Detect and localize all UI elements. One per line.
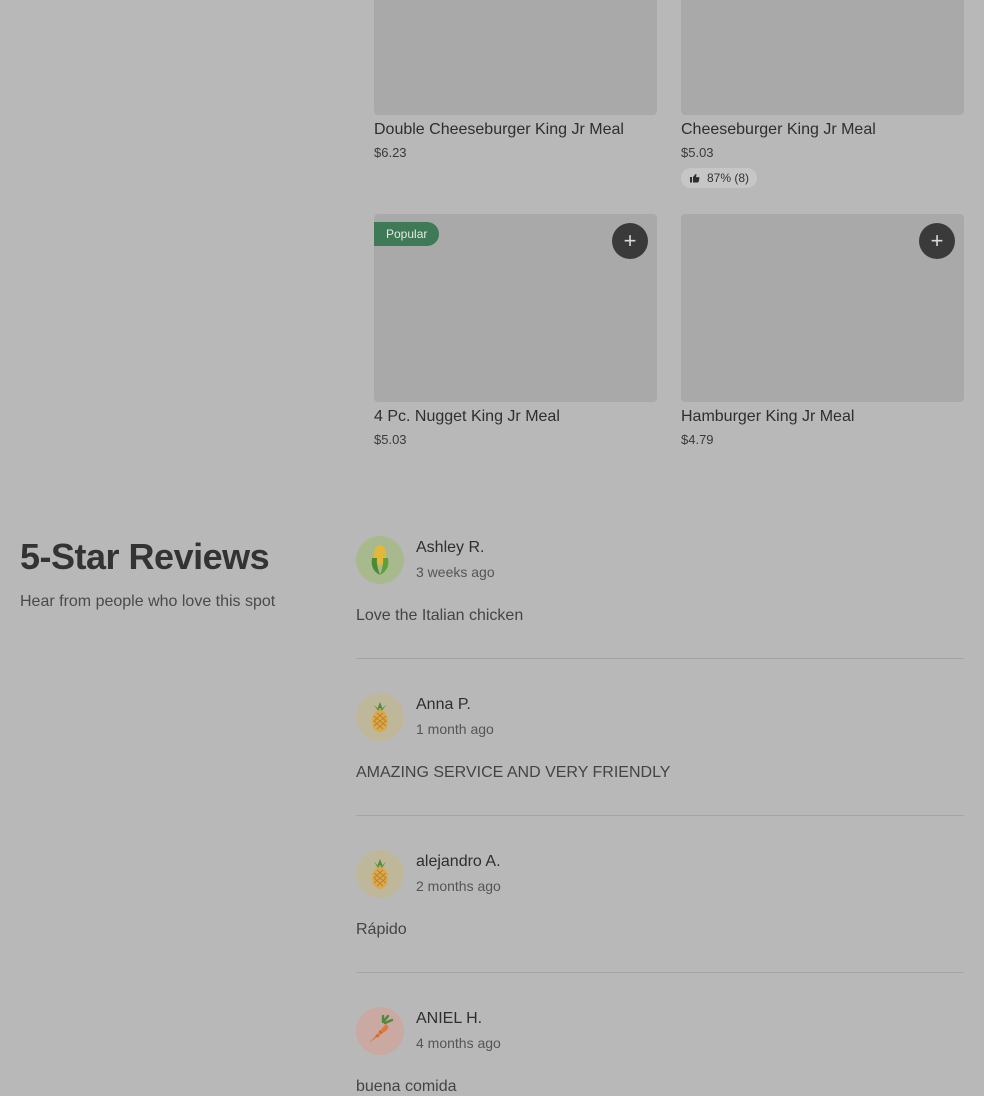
review-item: Ashley R. 3 weeks ago Love the Italian c… (356, 536, 964, 660)
reviewer-name: Anna P. (416, 696, 471, 713)
item-title: Hamburger King Jr Meal (681, 408, 855, 425)
avatar (356, 536, 404, 584)
carrot-icon (369, 1015, 394, 1043)
review-text: Love the Italian chicken (356, 607, 524, 624)
pineapple-icon (372, 702, 388, 732)
reviewer-name: Ashley R. (416, 539, 485, 556)
menu-card-double-cheeseburger[interactable]: Double Cheeseburger King Jr Meal $6.23 (374, 0, 657, 160)
reviews-heading: 5-Star Reviews (20, 536, 270, 577)
review-date: 1 month ago (416, 721, 494, 737)
avatar (356, 850, 404, 898)
item-image[interactable]: + (681, 214, 964, 402)
divider (356, 972, 964, 973)
review-text: Rápido (356, 921, 407, 938)
divider (356, 815, 964, 816)
menu-card-hamburger[interactable]: + Hamburger King Jr Meal $4.79 (681, 214, 964, 447)
item-title: Cheeseburger King Jr Meal (681, 121, 876, 138)
reviewer-name: alejandro A. (416, 853, 501, 870)
menu-card-nugget[interactable]: Popular + 4 Pc. Nugget King Jr Meal $5.0… (374, 214, 657, 447)
item-image[interactable] (681, 0, 964, 115)
corn-icon (371, 545, 389, 575)
item-price: $5.03 (374, 432, 407, 447)
item-image[interactable] (374, 0, 657, 115)
item-title: Double Cheeseburger King Jr Meal (374, 121, 624, 138)
review-date: 2 months ago (416, 878, 501, 894)
pineapple-icon (372, 859, 388, 889)
item-title: 4 Pc. Nugget King Jr Meal (374, 408, 560, 425)
avatar (356, 693, 404, 741)
rating-text: 87% (8) (707, 171, 750, 185)
thumbs-up-icon (690, 173, 700, 183)
review-text: AMAZING SERVICE AND VERY FRIENDLY (356, 764, 671, 781)
reviews-subheading: Hear from people who love this spot (20, 593, 276, 610)
review-item: alejandro A. 2 months ago Rápido (356, 850, 964, 974)
review-date: 4 months ago (416, 1035, 501, 1051)
divider (356, 658, 964, 659)
review-date: 3 weeks ago (416, 564, 495, 580)
item-price: $4.79 (681, 432, 714, 447)
popular-badge: Popular (374, 222, 440, 246)
item-price: $5.03 (681, 145, 714, 160)
add-to-cart-button[interactable]: + (612, 223, 648, 259)
rating-badge: 87% (8) (681, 168, 758, 188)
avatar (356, 1007, 404, 1055)
item-image[interactable]: Popular + (374, 214, 657, 402)
add-to-cart-button[interactable]: + (919, 223, 955, 259)
review-text: buena comida (356, 1078, 457, 1095)
review-item: Anna P. 1 month ago AMAZING SERVICE AND … (356, 693, 964, 817)
item-price: $6.23 (374, 145, 407, 160)
reviewer-name: ANIEL H. (416, 1010, 483, 1027)
menu-card-cheeseburger[interactable]: Cheeseburger King Jr Meal $5.03 87% (8) (681, 0, 964, 189)
review-item: ANIEL H. 4 months ago buena comida (356, 1007, 964, 1095)
